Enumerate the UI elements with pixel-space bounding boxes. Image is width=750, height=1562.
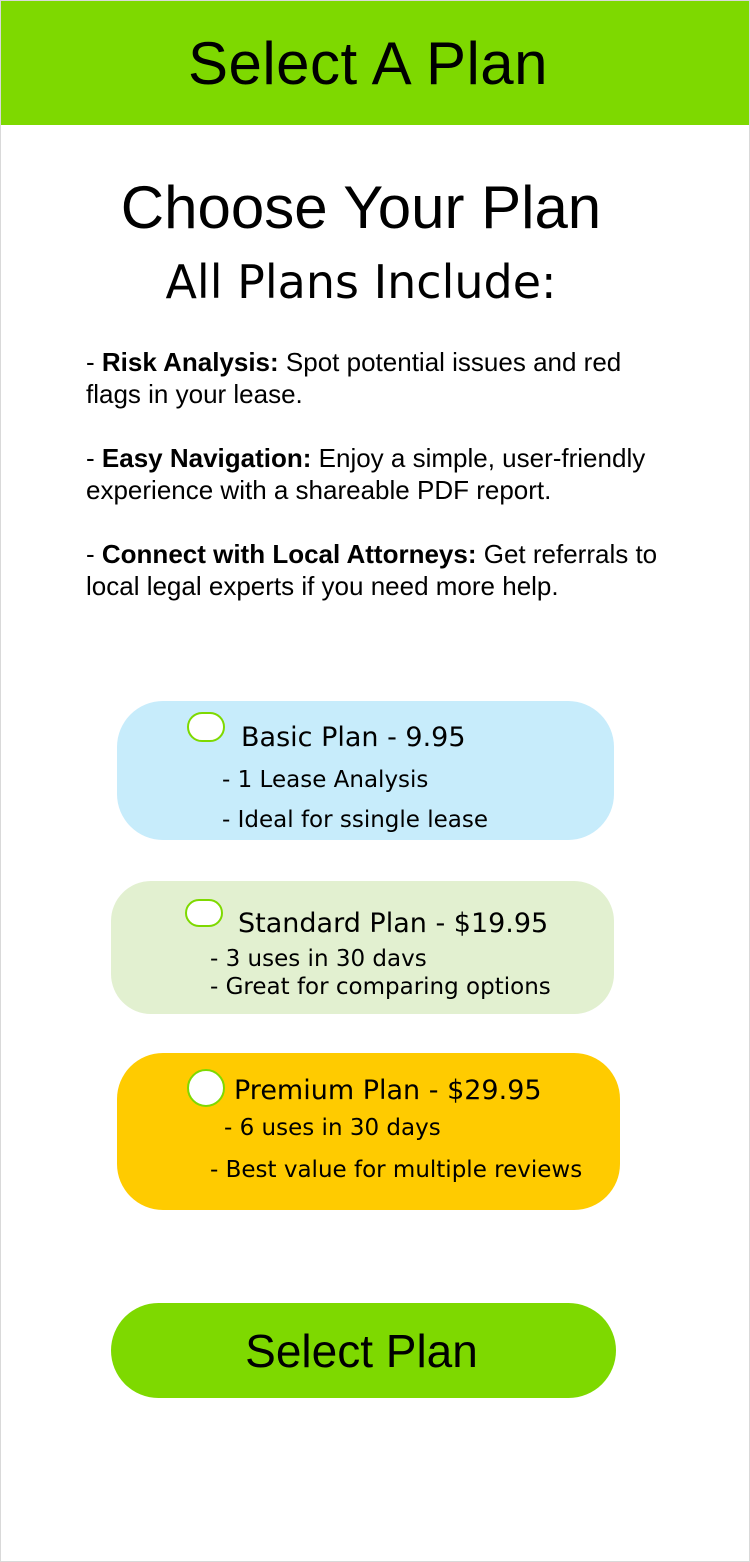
radio-button-standard[interactable] [185, 899, 223, 927]
feature-item-local-attorneys: - Connect with Local Attorneys: Get refe… [86, 539, 658, 601]
plan-detail: - Best value for multiple reviews [210, 1157, 583, 1183]
plan-name: Basic Plan - 9.95 [241, 722, 466, 753]
plan-detail: - 3 uses in 30 davs [210, 946, 427, 972]
plan-detail: - Great for comparing options [210, 974, 551, 1000]
plan-name: Standard Plan - $19.95 [238, 908, 549, 939]
plan-option-standard[interactable]: Standard Plan - $19.95 - 3 uses in 30 da… [111, 881, 614, 1014]
plan-name: Premium Plan - $29.95 [234, 1075, 542, 1106]
plan-detail: - 1 Lease Analysis [222, 767, 429, 793]
radio-button-basic[interactable] [187, 712, 225, 742]
header-bar: Select A Plan [1, 1, 749, 125]
feature-list: - Risk Analysis: Spot potential issues a… [86, 346, 666, 634]
plan-detail: - Ideal for ssingle lease [222, 807, 489, 833]
plan-detail: - 6 uses in 30 days [224, 1115, 441, 1141]
feature-label: Connect with Local Attorneys: [101, 539, 477, 569]
page-title: Choose Your Plan [120, 174, 602, 241]
header-title: Select A Plan [187, 30, 549, 97]
plan-option-premium[interactable]: Premium Plan - $29.95 - 6 uses in 30 day… [117, 1053, 620, 1210]
plan-option-basic[interactable]: Basic Plan - 9.95 - 1 Lease Analysis - I… [117, 701, 614, 840]
feature-label: Risk Analysis: [101, 347, 279, 377]
select-plan-button-label: Select Plan [245, 1324, 478, 1377]
feature-item-easy-navigation: - Easy Navigation: Enjoy a simple, user-… [86, 443, 646, 505]
feature-label: Easy Navigation: [101, 443, 312, 473]
feature-item-risk-analysis: - Risk Analysis: Spot potential issues a… [86, 347, 622, 409]
page-subtitle: All Plans Include: [165, 255, 557, 309]
radio-button-premium[interactable] [187, 1069, 225, 1107]
select-plan-button[interactable]: Select Plan [111, 1303, 616, 1398]
